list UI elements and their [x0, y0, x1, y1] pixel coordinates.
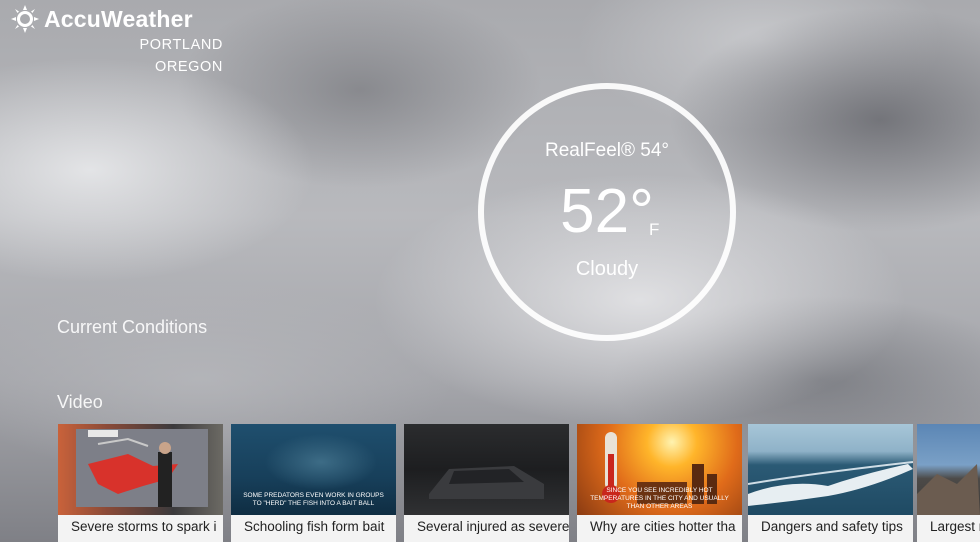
current-condition: Cloudy: [575, 258, 639, 280]
video-title: Several injured as severe: [417, 519, 569, 534]
video-overlay-text: SOME PREDATORS EVEN WORK IN GROUPS TO "H…: [243, 492, 384, 507]
storm-map-graphic: [76, 429, 208, 507]
sun-logo-icon: [11, 5, 39, 33]
brand: AccuWeather: [10, 4, 193, 34]
video-overlay-text: SINCE YOU SEE INCREDIBLY HOT TEMPERATURE…: [590, 487, 729, 510]
app-name: AccuWeather: [44, 5, 193, 32]
video-thumbnail: [748, 424, 913, 515]
video-card[interactable]: Dangers and safety tips: [748, 424, 913, 542]
current-temperature: 52°: [560, 177, 654, 246]
location-city: PORTLAND: [139, 37, 223, 53]
video-carousel[interactable]: Severe storms to spark i SOME PREDATORS …: [58, 424, 980, 542]
video-thumbnail: [917, 424, 980, 515]
video-title: Dangers and safety tips: [761, 519, 903, 534]
landscape-graphic: [917, 464, 980, 515]
video-title: Why are cities hotter tha: [590, 519, 736, 534]
video-card[interactable]: SOME PREDATORS EVEN WORK IN GROUPS TO "H…: [231, 424, 396, 542]
video-heading: Video: [57, 392, 103, 412]
video-card[interactable]: Several injured as severe: [404, 424, 569, 542]
video-card[interactable]: SINCE YOU SEE INCREDIBLY HOT TEMPERATURE…: [577, 424, 742, 542]
video-card[interactable]: Severe storms to spark i: [58, 424, 223, 542]
video-card[interactable]: Largest m: [917, 424, 980, 542]
ocean-wave-graphic: [748, 461, 913, 506]
video-title: Severe storms to spark i: [71, 519, 217, 534]
current-conditions-heading[interactable]: Current Conditions: [57, 317, 207, 338]
vehicle-graphic: [429, 466, 544, 499]
video-thumbnail: [58, 424, 223, 515]
video-thumbnail: [404, 424, 569, 515]
realfeel-label: RealFeel® 54°: [544, 140, 670, 161]
location-state: OREGON: [154, 59, 223, 75]
video-thumbnail: SOME PREDATORS EVEN WORK IN GROUPS TO "H…: [231, 424, 396, 515]
video-title: Largest m: [930, 519, 980, 534]
temperature-unit: F: [649, 220, 660, 239]
video-thumbnail: SINCE YOU SEE INCREDIBLY HOT TEMPERATURE…: [577, 424, 742, 515]
video-title: Schooling fish form bait: [244, 519, 385, 534]
